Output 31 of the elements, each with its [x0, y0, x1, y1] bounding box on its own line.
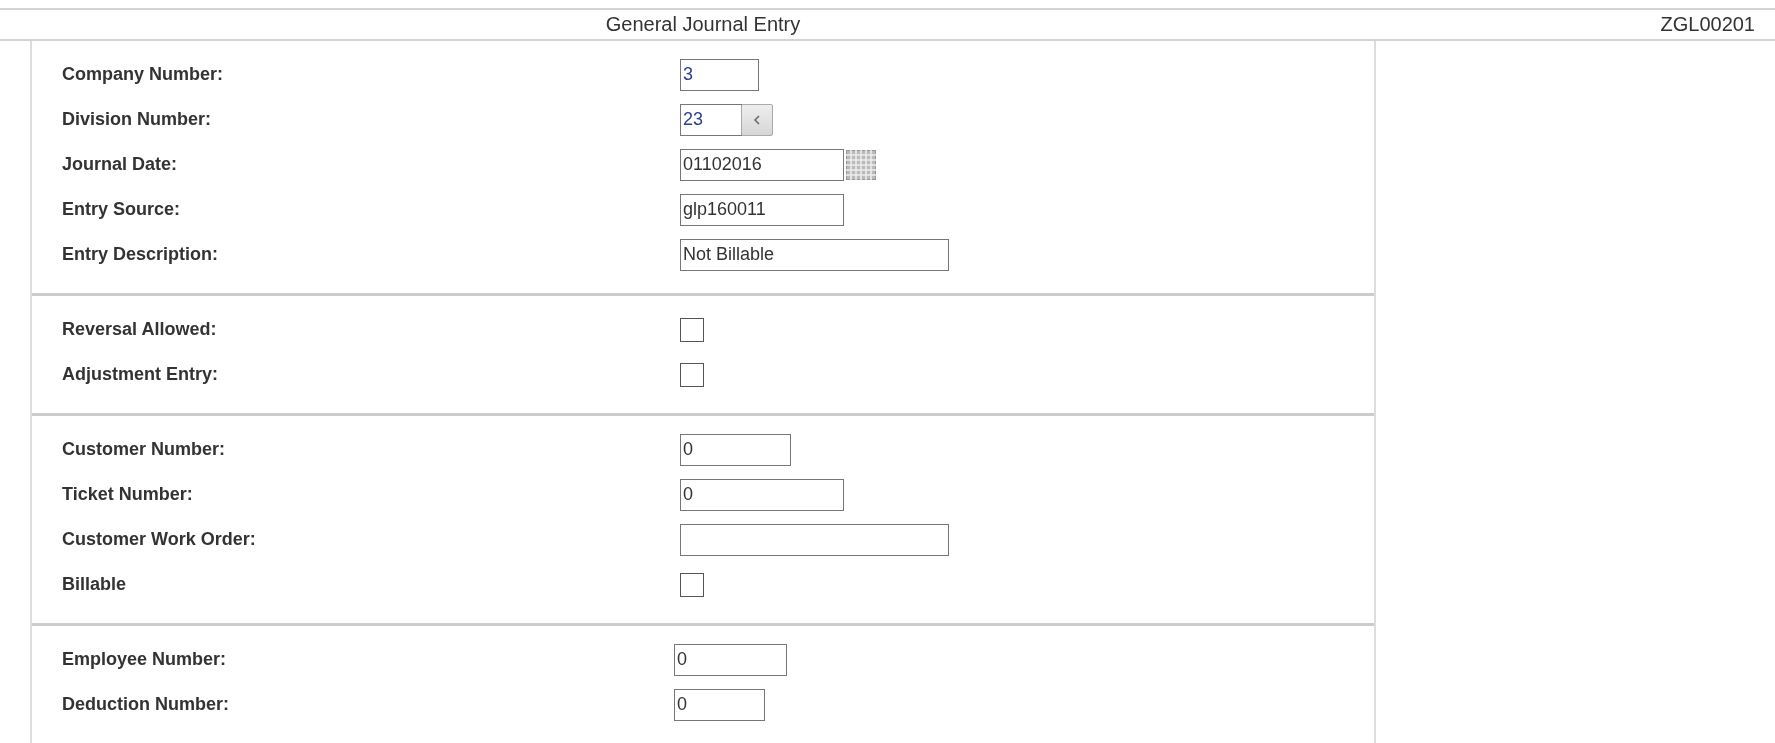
caret-icon — [753, 114, 761, 125]
field-label: Company Number: — [61, 64, 224, 85]
field-label: Customer Number: — [61, 439, 227, 460]
program-id: ZGL00201 — [1660, 13, 1756, 36]
field-label: Adjustment Entry: — [61, 364, 219, 385]
input-field[interactable]: 0 — [674, 643, 787, 676]
input-field[interactable]: 0 — [680, 478, 844, 511]
input-field[interactable]: 0 — [680, 433, 791, 466]
page-title: General Journal Entry — [605, 13, 801, 36]
input-field[interactable]: Not Billable — [680, 238, 949, 271]
input-field[interactable]: 0 — [674, 688, 765, 721]
field-label: Entry Description: — [61, 244, 220, 265]
field-label: Employee Number: — [61, 649, 228, 670]
field-label: Division Number: — [61, 109, 213, 130]
field-label: Entry Source: — [61, 199, 182, 220]
checkbox[interactable] — [680, 317, 704, 342]
input-field[interactable] — [680, 523, 949, 556]
checkbox[interactable] — [680, 572, 704, 597]
input-field[interactable]: 3 — [680, 58, 759, 91]
input-field[interactable]: 23 — [680, 103, 742, 136]
input-field[interactable]: glp160011 — [680, 193, 844, 226]
field-label: Deduction Number: — [61, 694, 230, 715]
field-label: Billable — [61, 574, 128, 595]
field-label: Ticket Number: — [61, 484, 194, 505]
field-label: Reversal Allowed: — [61, 319, 218, 340]
calendar-icon[interactable] — [846, 149, 876, 180]
input-field[interactable]: 01102016 — [680, 148, 844, 181]
field-label: Customer Work Order: — [61, 529, 257, 550]
lookup-button[interactable] — [741, 103, 773, 136]
checkbox[interactable] — [680, 362, 704, 387]
field-label: Journal Date: — [61, 154, 179, 175]
